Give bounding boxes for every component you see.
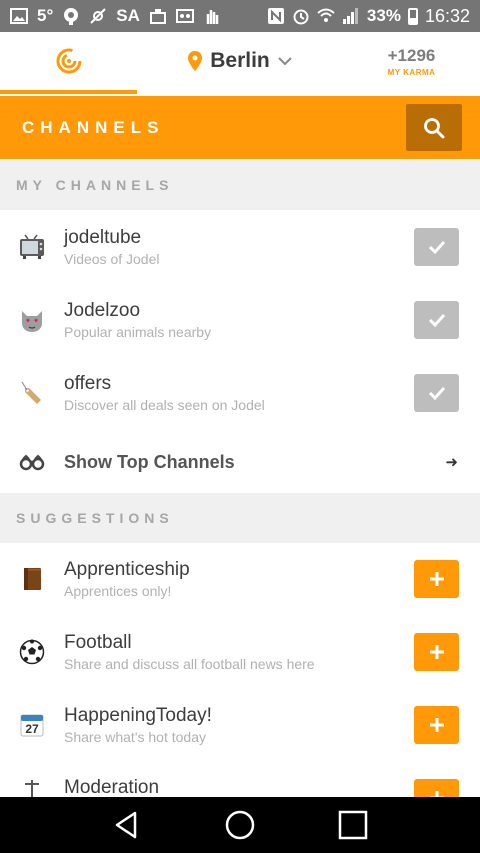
search-button[interactable]: [406, 104, 462, 151]
binoculars-icon: [0, 449, 64, 475]
location-pin-icon: [188, 51, 203, 71]
show-top-channels-label: Show Top Channels: [64, 451, 235, 472]
book-icon: [0, 566, 64, 592]
suggestion-row-apprenticeship[interactable]: Apprenticeship Apprentices only!: [0, 544, 480, 614]
karma-label: MY KARMA: [387, 67, 436, 77]
channel-description: Share what's hot today: [64, 728, 206, 745]
suggestions-heading: SUGGESTIONS: [0, 493, 480, 543]
show-top-channels-row[interactable]: Show Top Channels ➜: [0, 432, 480, 492]
status-bar: 5° SA 33% 16:32: [0, 0, 480, 32]
back-icon[interactable]: [111, 809, 143, 841]
channel-description: Popular animals nearby: [64, 323, 212, 340]
top-navigation: Berlin +1296 MY KARMA: [0, 32, 480, 94]
plus-icon: [429, 572, 444, 586]
arrow-right-icon: ➜: [445, 454, 458, 471]
plus-icon: [429, 718, 444, 732]
calendar-icon: 27: [0, 712, 64, 738]
page-title: CHANNELS: [22, 117, 165, 137]
city-name: Berlin: [210, 49, 270, 72]
home-icon[interactable]: [224, 809, 256, 841]
plus-icon: [429, 645, 444, 659]
channel-description: Apprentices only!: [64, 582, 172, 599]
battery-percent: 33%: [366, 6, 401, 25]
add-channel-button[interactable]: [414, 633, 459, 671]
channel-description: Discover all deals seen on Jodel: [64, 396, 265, 413]
my-channels-heading: MY CHANNELS: [0, 160, 480, 210]
karma-value: +1296: [387, 45, 436, 65]
add-channel-button[interactable]: [414, 560, 459, 598]
temperature: 5°: [37, 6, 54, 25]
channel-description: Share and discuss all football news here: [64, 655, 315, 672]
channel-row-jodeltube[interactable]: jodeltube Videos of Jodel: [0, 211, 480, 283]
add-channel-button[interactable]: [414, 706, 459, 744]
hand-icon: [203, 7, 221, 25]
checkmark-icon: [428, 386, 445, 401]
channel-row-jodelzoo[interactable]: Jodelzoo Popular animals nearby: [0, 284, 480, 356]
clock: 16:32: [424, 5, 470, 26]
suggestion-row-football[interactable]: Football Share and discuss all football …: [0, 617, 480, 687]
nfc-icon: [267, 7, 285, 25]
chevron-down-icon: [278, 57, 292, 66]
network-icon: [149, 7, 167, 25]
cat-face-icon: [0, 307, 64, 333]
suggestion-row-happeningtoday[interactable]: 27 HappeningToday! Share what's hot toda…: [0, 690, 480, 760]
voicemail-icon: [175, 7, 194, 25]
checkmark-icon: [428, 240, 445, 255]
channel-row-offers[interactable]: offers Discover all deals seen on Jodel: [0, 357, 480, 429]
tv-icon: [0, 234, 64, 260]
search-icon: [424, 117, 445, 138]
system-navigation-bar: [0, 797, 480, 853]
price-tag-icon: [0, 380, 64, 406]
alarm-icon: [292, 7, 310, 25]
channels-header: CHANNELS: [0, 96, 480, 159]
carrier: SA: [116, 6, 140, 25]
unsubscribe-button[interactable]: [414, 374, 459, 412]
home-tab[interactable]: [0, 32, 137, 94]
wifi-icon: [317, 7, 335, 25]
karma-display[interactable]: +1296 MY KARMA: [343, 32, 480, 94]
jodel-notification-icon: [62, 7, 80, 25]
no-gps-icon: [89, 7, 107, 25]
jodel-logo-icon: [56, 48, 81, 74]
recent-apps-icon[interactable]: [337, 809, 369, 841]
battery-icon: [407, 7, 418, 25]
unsubscribe-button[interactable]: [414, 228, 459, 266]
unsubscribe-button[interactable]: [414, 301, 459, 339]
city-selector[interactable]: Berlin: [137, 32, 343, 94]
channel-description: Videos of Jodel: [64, 250, 160, 267]
checkmark-icon: [428, 313, 445, 328]
calendar-day: 27: [25, 722, 39, 736]
soccer-ball-icon: [0, 639, 64, 665]
gallery-icon: [10, 7, 28, 25]
signal-icon: [342, 7, 360, 25]
